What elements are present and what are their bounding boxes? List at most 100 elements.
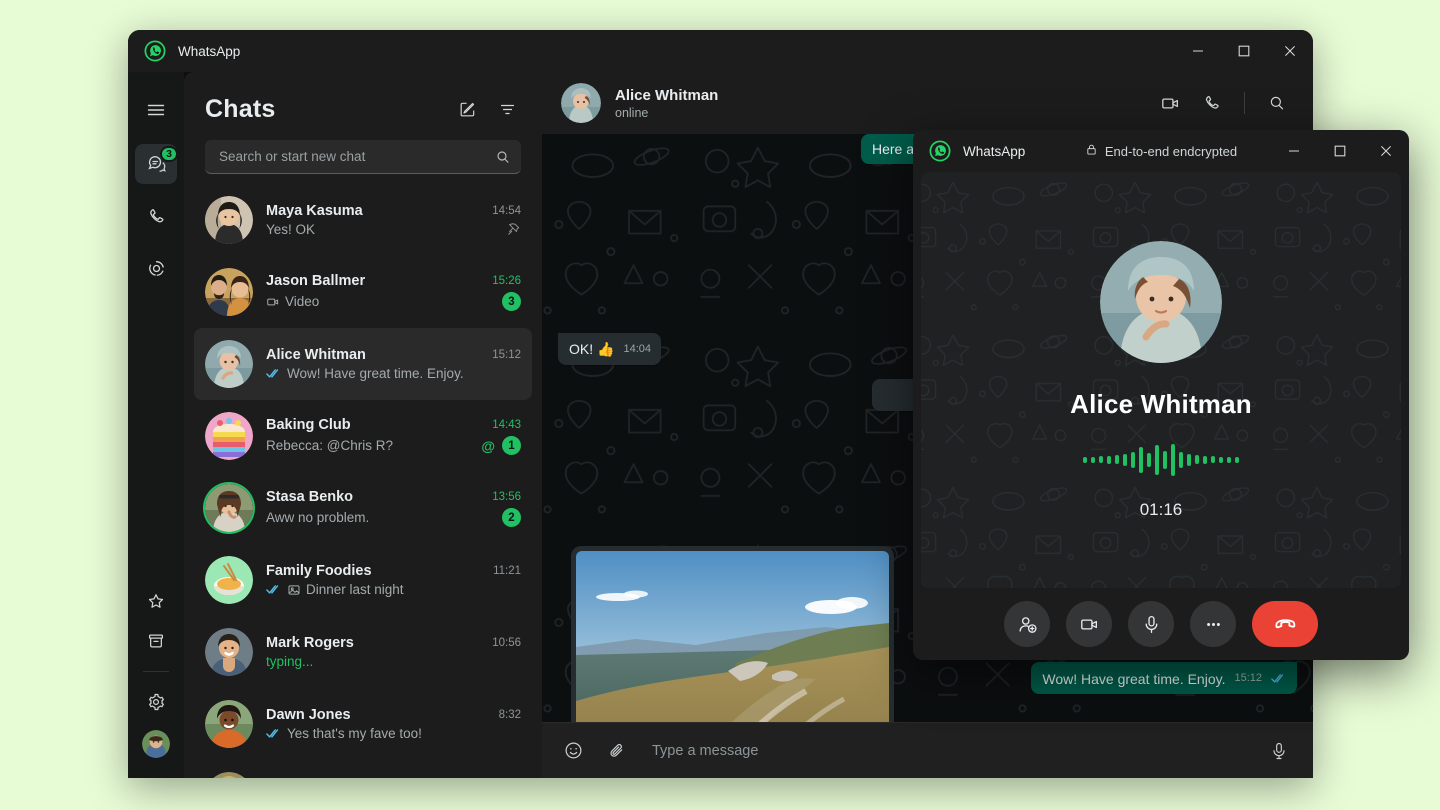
call-close-button[interactable] <box>1363 130 1409 172</box>
filter-chats-button[interactable] <box>492 94 522 124</box>
chat-time: 15:12 <box>484 349 521 361</box>
unread-badge: 1 <box>502 436 521 455</box>
read-receipt-icon <box>266 584 282 595</box>
chat-preview-text: Rebecca: @Chris R? <box>266 438 393 453</box>
search-chat-button[interactable] <box>1259 85 1295 121</box>
chat-list-item[interactable]: Maya Kasuma 14:54 Yes! OK <box>194 184 532 256</box>
waveform-bar <box>1219 457 1223 463</box>
chat-name: Dawn Jones <box>266 707 351 723</box>
chat-preview-row: Rebecca: @Chris R? <box>266 438 393 453</box>
attach-icon[interactable] <box>603 737 631 765</box>
photo-message-bubble[interactable]: So beautiful here! 15:06 ❤️ <box>571 546 894 722</box>
sidebar-item-status[interactable] <box>135 248 177 288</box>
maximize-button[interactable] <box>1221 30 1267 72</box>
message-time: 15:12 <box>1234 669 1262 687</box>
waveform-bar <box>1123 454 1127 466</box>
contact-avatar[interactable] <box>205 340 253 388</box>
contact-avatar[interactable] <box>205 196 253 244</box>
profile-avatar[interactable] <box>142 730 170 758</box>
pin-icon <box>506 222 521 237</box>
window-controls <box>1175 30 1313 72</box>
chat-time: 14:43 <box>484 419 521 431</box>
sidebar-item-chats[interactable]: 3 <box>135 144 177 184</box>
contact-avatar[interactable] <box>561 83 601 123</box>
waveform-bar <box>1131 452 1135 468</box>
chat-list-item[interactable]: Jason Ballmer 15:26 Video 3 <box>194 256 532 328</box>
sidebar-item-settings[interactable] <box>135 682 177 722</box>
message-text: OK! 👍 <box>569 341 614 358</box>
ellipsis-icon[interactable] <box>1190 601 1236 647</box>
video-icon <box>266 295 280 309</box>
chats-unread-badge: 3 <box>160 146 178 162</box>
call-window: WhatsApp End-to-end endcrypted <box>913 130 1409 660</box>
video-call-button[interactable] <box>1152 85 1188 121</box>
contact-avatar[interactable] <box>205 772 253 778</box>
call-contact-avatar <box>1100 241 1222 363</box>
menu-button[interactable] <box>135 90 177 130</box>
sidebar-item-starred[interactable] <box>135 581 177 621</box>
end-call-icon[interactable] <box>1252 601 1318 647</box>
chat-name: Mark Rogers <box>266 635 354 651</box>
chat-time: 11:21 <box>485 565 521 577</box>
contact-avatar[interactable] <box>205 268 253 316</box>
chat-preview-row: Dinner last night <box>266 582 404 597</box>
chat-preview-row: Yes! OK <box>266 222 315 237</box>
chat-list-item[interactable]: Family Foodies 11:21 Dinner last night <box>194 544 532 616</box>
voice-call-button[interactable] <box>1194 85 1230 121</box>
message-bubble[interactable]: OK! 👍 14:04 <box>558 333 661 365</box>
message-input[interactable] <box>647 743 1249 759</box>
chat-list-item[interactable]: Ziggy Woodley 8:12 <box>194 760 532 778</box>
chat-list-item[interactable]: Stasa Benko 13:56 Aww no problem. 2 <box>194 472 532 544</box>
sidebar-item-archived[interactable] <box>135 621 177 661</box>
new-chat-button[interactable] <box>452 94 482 124</box>
chat-list-item[interactable]: Baking Club 14:43 Rebecca: @Chris R? @1 <box>194 400 532 472</box>
search-box[interactable] <box>205 140 521 174</box>
contact-avatar[interactable] <box>205 412 253 460</box>
encryption-text: End-to-end endcrypted <box>1105 144 1237 159</box>
chat-name: Family Foodies <box>266 563 372 579</box>
waveform-bar <box>1147 453 1151 467</box>
waveform-bar <box>1083 457 1087 463</box>
chat-preview-row: typing... <box>266 654 313 669</box>
waveform-bar <box>1107 456 1111 464</box>
close-button[interactable] <box>1267 30 1313 72</box>
window-titlebar: WhatsApp <box>128 30 1313 72</box>
contact-avatar[interactable] <box>205 700 253 748</box>
contact-avatar[interactable] <box>205 556 253 604</box>
chat-preview-text: Wow! Have great time. Enjoy. <box>287 366 464 381</box>
chat-list-item[interactable]: Alice Whitman 15:12 Wow! Have great time… <box>194 328 532 400</box>
message-bubble[interactable]: Wow! Have great time. Enjoy. 15:12 <box>1031 662 1297 694</box>
chat-list-item[interactable]: Dawn Jones 8:32 Yes that's my fave too! <box>194 688 532 760</box>
call-stage: Alice Whitman 01:16 <box>921 172 1401 588</box>
chat-preview-row: Video <box>266 294 319 309</box>
video-icon[interactable] <box>1066 601 1112 647</box>
message-text: Wow! Have great time. Enjoy. <box>1042 671 1225 687</box>
read-receipt-icon <box>1271 673 1287 687</box>
search-input[interactable] <box>219 149 495 164</box>
call-window-titlebar: WhatsApp End-to-end endcrypted <box>913 130 1409 172</box>
contact-avatar[interactable] <box>205 484 253 532</box>
add-person-icon[interactable] <box>1004 601 1050 647</box>
call-waveform <box>1083 442 1239 478</box>
call-maximize-button[interactable] <box>1317 130 1363 172</box>
microphone-icon[interactable] <box>1128 601 1174 647</box>
chat-preview-text: Yes! OK <box>266 222 315 237</box>
contact-name: Alice Whitman <box>615 87 718 104</box>
waveform-bar <box>1155 445 1159 475</box>
minimize-button[interactable] <box>1175 30 1221 72</box>
chat-list[interactable]: Maya Kasuma 14:54 Yes! OK <box>184 184 542 778</box>
microphone-icon[interactable] <box>1265 737 1293 765</box>
chat-time: 15:26 <box>484 275 521 287</box>
call-duration: 01:16 <box>1140 500 1183 520</box>
call-minimize-button[interactable] <box>1271 130 1317 172</box>
message-time: 14:04 <box>623 340 651 358</box>
chat-list-item[interactable]: Mark Rogers 10:56 typing... <box>194 616 532 688</box>
emoji-icon[interactable] <box>559 737 587 765</box>
photo-icon <box>287 583 301 597</box>
message-photo[interactable] <box>576 551 889 722</box>
page-title: Chats <box>205 95 275 124</box>
sidebar-item-calls[interactable] <box>135 196 177 236</box>
chat-name: Maya Kasuma <box>266 203 363 219</box>
contact-avatar[interactable] <box>205 628 253 676</box>
chat-name: Stasa Benko <box>266 489 353 505</box>
